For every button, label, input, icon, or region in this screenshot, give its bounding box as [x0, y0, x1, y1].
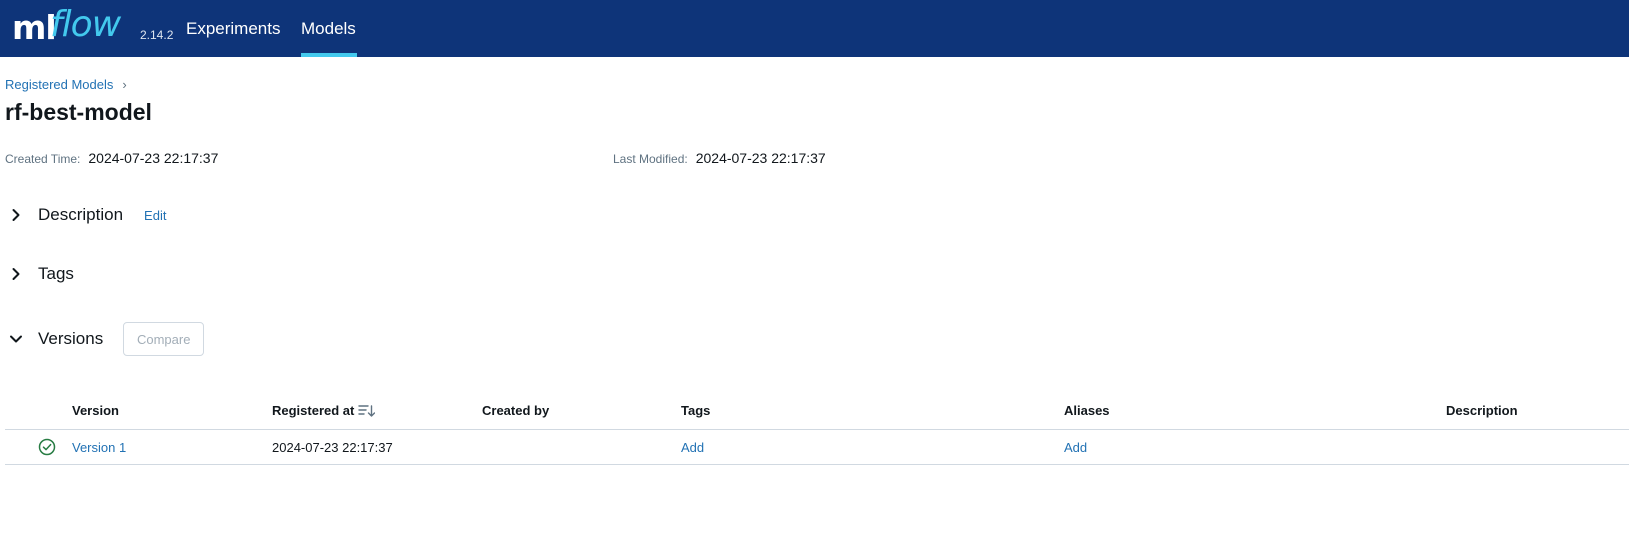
- column-header-label: Tags: [681, 403, 711, 418]
- column-header-label: Description: [1446, 403, 1518, 418]
- tags-section: Tags: [8, 264, 74, 284]
- column-header-label: Aliases: [1064, 403, 1110, 418]
- description-title[interactable]: Description: [38, 205, 123, 225]
- nav-experiments-label: Experiments: [186, 19, 281, 38]
- version-link[interactable]: Version 1: [72, 440, 126, 455]
- description-section: Description Edit: [8, 205, 166, 225]
- table-row: Version 1 2024-07-23 22:17:37 Add Add: [5, 430, 1629, 465]
- add-alias-link[interactable]: Add: [1064, 440, 1087, 455]
- nav-experiments[interactable]: Experiments: [186, 0, 280, 57]
- versions-table: Version Registered at Created by Tags Al…: [5, 391, 1629, 465]
- chevron-right-icon[interactable]: [8, 266, 24, 282]
- column-header-label: Registered at: [272, 403, 355, 418]
- nav-models[interactable]: Models: [301, 0, 357, 57]
- compare-button[interactable]: Compare: [123, 322, 205, 356]
- app-version: 2.14.2: [140, 28, 174, 42]
- status-cell: [38, 438, 56, 459]
- column-header-tags[interactable]: Tags: [681, 403, 710, 418]
- column-header-registered-at[interactable]: Registered at: [272, 403, 376, 418]
- add-tag-link[interactable]: Add: [681, 440, 704, 455]
- tags-title[interactable]: Tags: [38, 264, 74, 284]
- created-time: Created Time: 2024-07-23 22:17:37: [5, 150, 218, 166]
- nav-models-label: Models: [301, 19, 356, 38]
- edit-description-link[interactable]: Edit: [144, 208, 166, 223]
- column-header-version[interactable]: Version: [72, 403, 119, 418]
- last-modified-label: Last Modified:: [613, 152, 688, 166]
- column-header-label: Created by: [482, 403, 550, 418]
- sort-descending-icon[interactable]: [358, 404, 376, 418]
- page-title: rf-best-model: [5, 99, 152, 125]
- versions-title[interactable]: Versions: [38, 329, 103, 349]
- breadcrumb: Registered Models ›: [5, 77, 127, 92]
- versions-section: Versions Compare: [8, 322, 205, 356]
- table-header: Version Registered at Created by Tags Al…: [5, 391, 1629, 430]
- logo-flow-text: flow: [50, 4, 121, 45]
- column-header-description[interactable]: Description: [1446, 403, 1518, 418]
- created-time-value: 2024-07-23 22:17:37: [88, 150, 219, 166]
- check-circle-icon: [38, 438, 56, 456]
- top-navbar: ml flow 2.14.2 Experiments Models: [0, 0, 1629, 57]
- last-modified-value: 2024-07-23 22:17:37: [695, 150, 826, 166]
- column-header-aliases[interactable]: Aliases: [1064, 403, 1110, 418]
- created-time-label: Created Time:: [5, 152, 81, 166]
- registered-at-cell: 2024-07-23 22:17:37: [272, 440, 393, 455]
- last-modified: Last Modified: 2024-07-23 22:17:37: [613, 150, 826, 166]
- chevron-right-icon[interactable]: [8, 207, 24, 223]
- breadcrumb-registered-models-link[interactable]: Registered Models: [5, 77, 113, 92]
- column-header-created-by[interactable]: Created by: [482, 403, 549, 418]
- breadcrumb-separator: ›: [122, 77, 127, 92]
- active-nav-indicator: [301, 53, 357, 57]
- column-header-label: Version: [72, 403, 119, 418]
- chevron-down-icon[interactable]: [8, 331, 24, 347]
